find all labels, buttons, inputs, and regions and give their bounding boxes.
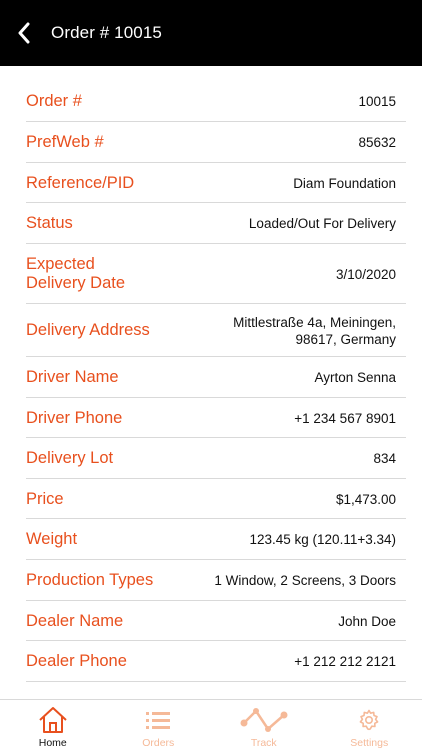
detail-label: Production Types [26,571,154,589]
detail-value: 3/10/2020 [335,266,396,282]
tab-home[interactable]: Home [0,700,106,750]
detail-row-driver-phone: Driver Phone +1 234 567 8901 [26,398,406,438]
tab-track[interactable]: Track [211,700,317,750]
detail-value: 123.45 kg (120.11+3.34) [249,532,397,547]
detail-value: +1 234 567 8901 [294,410,396,426]
chevron-left-icon [18,22,30,44]
list-icon [143,707,173,733]
tab-label: Orders [142,737,175,749]
gear-icon [354,707,384,733]
detail-row-order-number: Order # 10015 [26,80,406,122]
detail-value: Diam Foundation [293,175,396,191]
detail-label: Status [26,214,73,232]
detail-value: 1 Window, 2 Screens, 3 Doors [214,573,396,588]
detail-value: Ayrton Senna [314,370,396,385]
divider [26,681,406,682]
detail-value: +1 212 212 2121 [294,654,396,669]
detail-label: Driver Phone [26,408,123,427]
detail-label: Expected Delivery Date [26,255,126,292]
detail-row-prefweb: PrefWeb # 85632 [26,122,406,163]
detail-value: 85632 [358,135,396,150]
back-button[interactable] [2,0,46,66]
tab-label: Track [250,737,277,749]
detail-value: 10015 [358,93,396,109]
tab-label: Home [38,737,67,749]
detail-row-weight: Weight 123.45 kg (120.11+3.34) [26,519,406,560]
detail-value: Loaded/Out For Delivery [248,216,396,231]
detail-row-price: Price $1,473.00 [26,479,406,519]
tab-orders[interactable]: Orders [106,700,212,750]
detail-row-delivery-lot: Delivery Lot 834 [26,438,406,479]
tab-settings[interactable]: Settings [317,700,422,750]
tab-bar: Home Orders Track Settings [0,699,422,750]
detail-label: PrefWeb # [26,133,104,151]
detail-label: Price [26,489,64,508]
nav-header: Order # 10015 [0,0,422,66]
detail-row-dealer-name: Dealer Name John Doe [26,601,406,641]
detail-value: $1,473.00 [335,491,396,507]
detail-label: Delivery Lot [26,449,114,467]
tab-label: Settings [350,737,389,749]
detail-value: 834 [373,451,396,466]
detail-row-production-types: Production Types 1 Window, 2 Screens, 3 … [26,560,406,601]
detail-row-reference: Reference/PID Diam Foundation [26,163,406,203]
detail-row-delivery-address: Delivery Address Mittlestraße 4a, Meinin… [26,304,406,357]
home-icon [38,707,68,733]
detail-label: Driver Name [26,368,119,386]
detail-row-status: Status Loaded/Out For Delivery [26,203,406,244]
detail-value: John Doe [338,613,396,629]
detail-label: Order # [26,91,82,110]
detail-label: Reference/PID [26,173,135,192]
detail-label: Dealer Name [26,611,124,630]
detail-label: Dealer Phone [26,652,127,670]
detail-row-driver-name: Driver Name Ayrton Senna [26,357,406,398]
track-icon [240,707,288,733]
detail-value: Mittlestraße 4a, Meiningen, 98617, Germa… [233,314,396,347]
detail-label: Weight [26,530,78,548]
page-title: Order # 10015 [51,23,162,42]
detail-row-dealer-phone: Dealer Phone +1 212 212 2121 [26,641,406,682]
detail-row-expected-delivery-date: Expected Delivery Date 3/10/2020 [26,244,406,304]
detail-label: Delivery Address [26,321,150,339]
